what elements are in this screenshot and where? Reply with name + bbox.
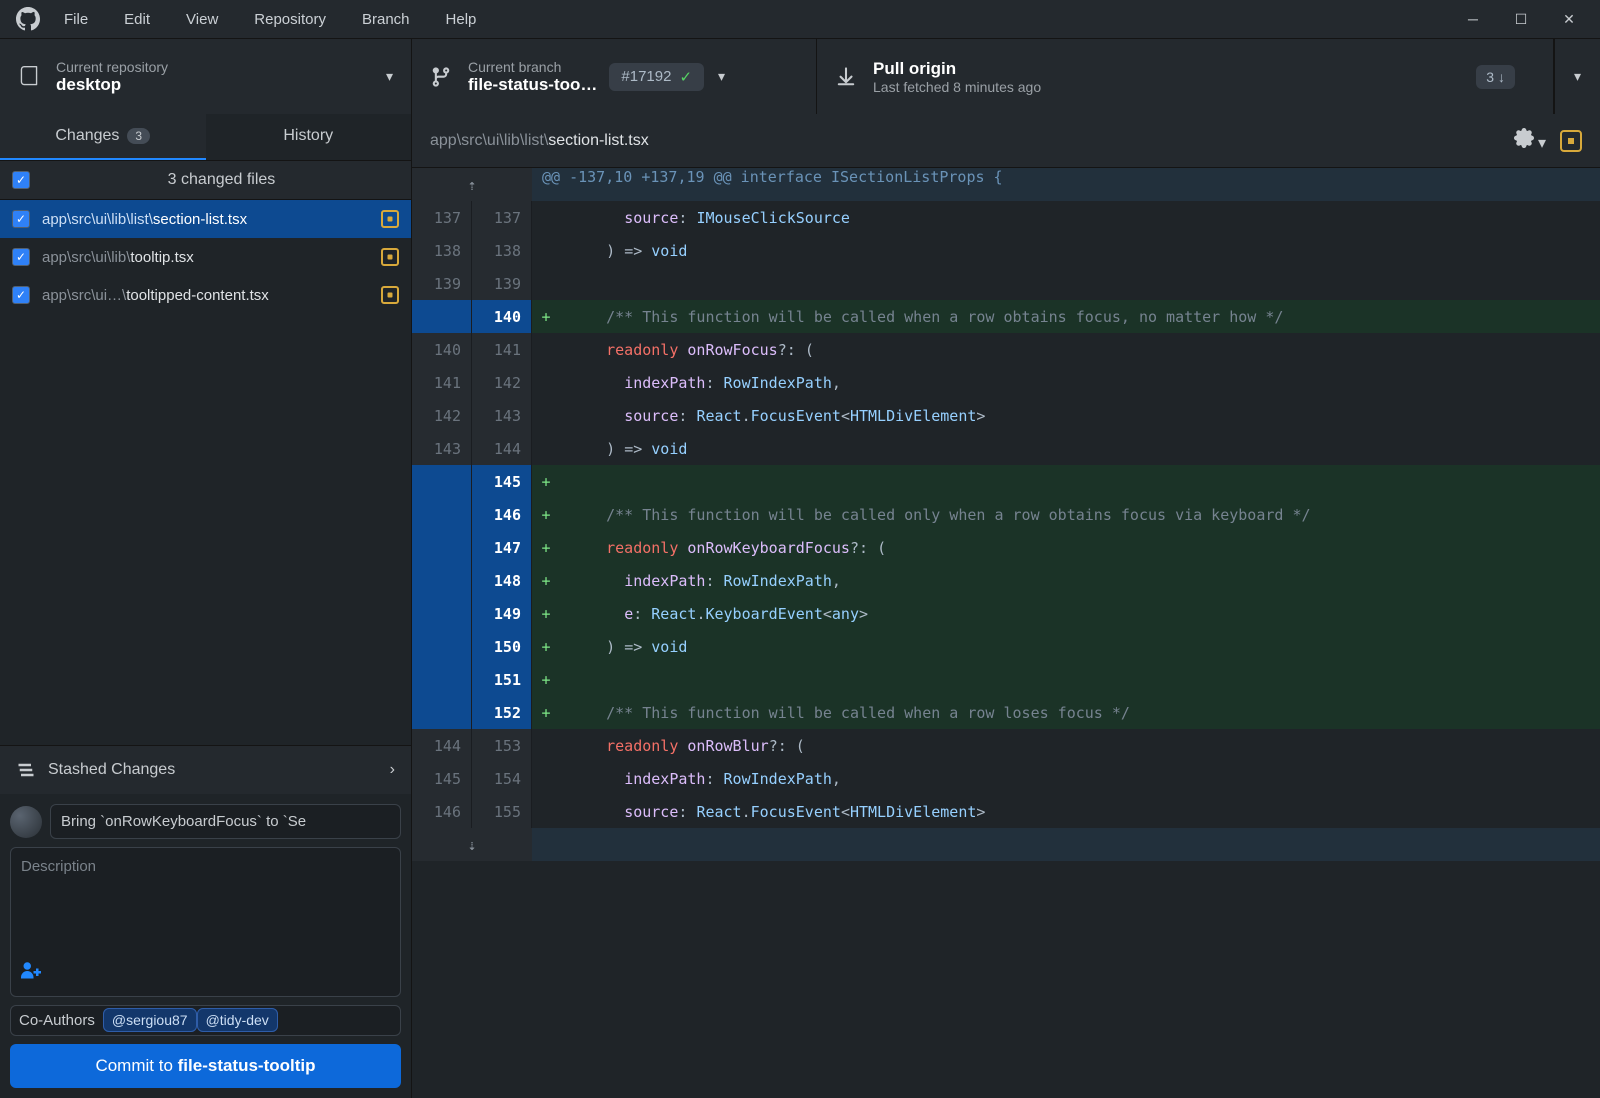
file-row[interactable]: ✓ app\src\ui…\tooltipped-content.tsx (0, 276, 411, 314)
commit-description-input[interactable]: Description (10, 847, 401, 997)
arrow-down-icon: ↓ (1498, 69, 1505, 85)
branch-name: file-status-too… (468, 75, 597, 95)
file-row[interactable]: ✓ app\src\ui\lib\tooltip.tsx (0, 238, 411, 276)
changes-header: ✓ 3 changed files (0, 160, 411, 200)
repo-selector[interactable]: Current repository desktop ▾ (0, 39, 412, 114)
chevron-right-icon: › (390, 761, 395, 779)
changes-count-badge: 3 (127, 128, 150, 144)
branch-label: Current branch (468, 59, 597, 75)
coauthors-label: Co-Authors (19, 1012, 95, 1029)
menu-file[interactable]: File (58, 7, 94, 32)
coauthor-pill[interactable]: @sergiou87 (103, 1008, 197, 1032)
select-all-checkbox[interactable]: ✓ (12, 171, 30, 189)
stashed-changes[interactable]: Stashed Changes › (0, 745, 411, 794)
pr-badge[interactable]: #17192 ✓ (609, 63, 704, 91)
main: Changes 3 History ✓ 3 changed files ✓ ap… (0, 114, 1600, 1098)
commit-summary-input[interactable] (50, 804, 401, 839)
diff-panel: app\src\ui\lib\list\section-list.tsx ▾ ⇡… (412, 114, 1600, 1098)
file-header: app\src\ui\lib\list\section-list.tsx ▾ (412, 114, 1600, 168)
file-status-icon (1560, 130, 1582, 152)
diff-line[interactable]: 146155 source: React.FocusEvent<HTMLDivE… (412, 795, 1600, 828)
expand-down-row[interactable]: ⇣ (412, 828, 1600, 861)
diff-line[interactable]: 137137 source: IMouseClickSource (412, 201, 1600, 234)
repo-icon (18, 66, 40, 88)
diff-line[interactable]: 149+ e: React.KeyboardEvent<any> (412, 597, 1600, 630)
stash-icon (16, 760, 36, 780)
commit-area: Description Co-Authors @sergiou87@tidy-d… (0, 794, 411, 1098)
pull-icon (835, 66, 857, 88)
tab-changes[interactable]: Changes 3 (0, 114, 206, 160)
diff-line[interactable]: 150+ ) => void (412, 630, 1600, 663)
diff-line[interactable]: 138138 ) => void (412, 234, 1600, 267)
repo-name: desktop (56, 75, 168, 95)
file-checkbox[interactable]: ✓ (12, 248, 30, 266)
close-icon[interactable]: ✕ (1560, 10, 1578, 28)
diff-line[interactable]: 147+ readonly onRowKeyboardFocus?: ( (412, 531, 1600, 564)
menu-edit[interactable]: Edit (118, 7, 156, 32)
sidebar-tabs: Changes 3 History (0, 114, 411, 160)
diff-line[interactable]: 141142 indexPath: RowIndexPath, (412, 366, 1600, 399)
diff-line[interactable]: 140+ /** This function will be called wh… (412, 300, 1600, 333)
menu-bar: File Edit View Repository Branch Help (58, 7, 482, 32)
coauthors-row: Co-Authors @sergiou87@tidy-dev (10, 1005, 401, 1036)
diff-line[interactable]: 145+ (412, 465, 1600, 498)
menu-help[interactable]: Help (440, 7, 483, 32)
git-branch-icon (430, 66, 452, 88)
expand-up-icon: ⇡ (467, 176, 476, 194)
commit-button[interactable]: Commit to file-status-tooltip (10, 1044, 401, 1088)
caret-down-icon: ▾ (386, 68, 393, 85)
diff-line[interactable]: 140141 readonly onRowFocus?: ( (412, 333, 1600, 366)
sidebar: Changes 3 History ✓ 3 changed files ✓ ap… (0, 114, 412, 1098)
branch-selector[interactable]: Current branch file-status-too… #17192 ✓… (412, 39, 817, 114)
repo-label: Current repository (56, 59, 168, 75)
menu-branch[interactable]: Branch (356, 7, 416, 32)
caret-down-icon: ▾ (718, 68, 725, 85)
diff-line[interactable]: 151+ (412, 663, 1600, 696)
caret-down-icon: ▾ (1574, 68, 1581, 85)
file-modified-icon (381, 248, 399, 266)
github-logo-icon (16, 7, 40, 31)
expand-up-row[interactable]: ⇡ @@ -137,10 +137,19 @@ interface ISecti… (412, 168, 1600, 201)
toolbar-overflow[interactable]: ▾ (1554, 39, 1600, 114)
pull-title: Pull origin (873, 59, 1041, 79)
check-icon: ✓ (679, 68, 692, 86)
file-list: ✓ app\src\ui\lib\list\section-list.tsx ✓… (0, 200, 411, 314)
file-checkbox[interactable]: ✓ (12, 286, 30, 304)
expand-down-icon: ⇣ (467, 836, 476, 854)
menu-repository[interactable]: Repository (248, 7, 332, 32)
diff-line[interactable]: 146+ /** This function will be called on… (412, 498, 1600, 531)
file-row[interactable]: ✓ app\src\ui\lib\list\section-list.tsx (0, 200, 411, 238)
diff-line[interactable]: 142143 source: React.FocusEvent<HTMLDivE… (412, 399, 1600, 432)
file-modified-icon (381, 286, 399, 304)
add-coauthor-icon[interactable] (21, 961, 390, 986)
diff-view[interactable]: ⇡ @@ -137,10 +137,19 @@ interface ISecti… (412, 168, 1600, 1098)
coauthor-pill[interactable]: @tidy-dev (197, 1008, 278, 1032)
minimize-icon[interactable]: ─ (1464, 10, 1482, 28)
diff-line[interactable]: 152+ /** This function will be called wh… (412, 696, 1600, 729)
diff-line[interactable]: 144153 readonly onRowBlur?: ( (412, 729, 1600, 762)
pull-button[interactable]: Pull origin Last fetched 8 minutes ago 3… (817, 39, 1554, 114)
changes-count-text: 3 changed files (44, 171, 399, 189)
avatar (10, 806, 42, 838)
menu-view[interactable]: View (180, 7, 224, 32)
maximize-icon[interactable]: ☐ (1512, 10, 1530, 28)
toolbar: Current repository desktop ▾ Current bra… (0, 38, 1600, 114)
gear-icon[interactable]: ▾ (1514, 128, 1546, 153)
diff-line[interactable]: 143144 ) => void (412, 432, 1600, 465)
tab-history[interactable]: History (206, 114, 412, 160)
pull-count-badge: 3 ↓ (1476, 65, 1515, 89)
pr-number: #17192 (621, 68, 671, 85)
titlebar: File Edit View Repository Branch Help ─ ☐ ✕ (0, 0, 1600, 38)
file-modified-icon (381, 210, 399, 228)
file-checkbox[interactable]: ✓ (12, 210, 30, 228)
diff-line[interactable]: 148+ indexPath: RowIndexPath, (412, 564, 1600, 597)
diff-line[interactable]: 139139 (412, 267, 1600, 300)
pull-sub: Last fetched 8 minutes ago (873, 79, 1041, 95)
window-controls: ─ ☐ ✕ (1464, 10, 1590, 28)
diff-line[interactable]: 145154 indexPath: RowIndexPath, (412, 762, 1600, 795)
